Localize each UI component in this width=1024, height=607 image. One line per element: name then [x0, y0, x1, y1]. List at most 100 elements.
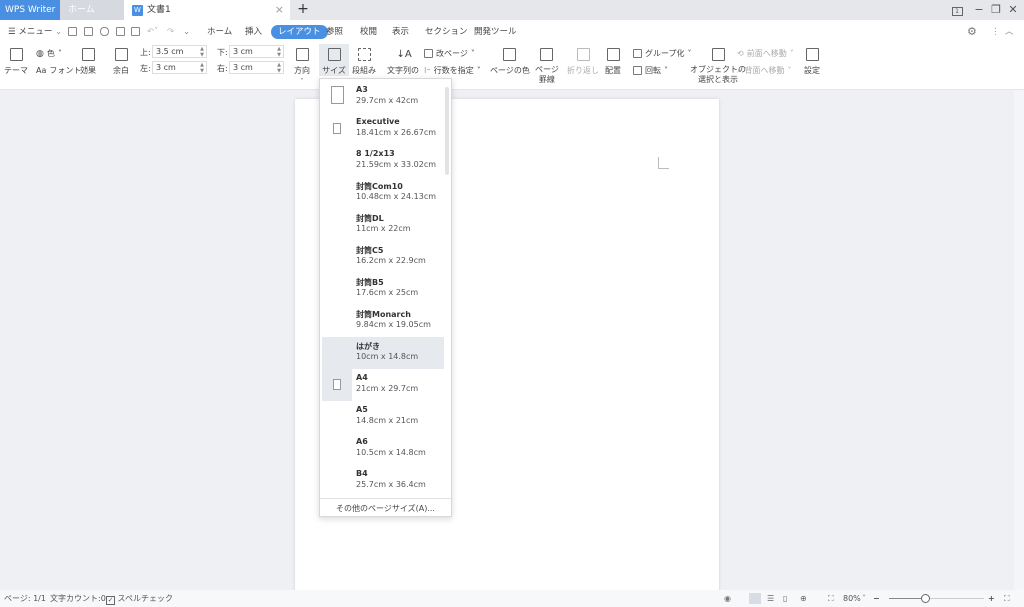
collapse-ribbon-icon[interactable]: ︿ [1005, 20, 1014, 44]
text-direction-button[interactable]: ↓A 文字列の [387, 48, 419, 76]
menu-bar: ☰ メニュー ⌄ ↶˅ ↷ ⌄ ホーム 挿入 レイアウト 参照 校閲 表示 セク… [0, 20, 1024, 44]
print-icon[interactable] [116, 27, 125, 36]
close-window-button[interactable]: ✕ [1002, 0, 1024, 20]
rotate-button[interactable]: 回転 ˅ [633, 65, 668, 76]
zoom-in-button[interactable]: + [988, 590, 995, 607]
spell-check-toggle[interactable]: ✓ スペルチェック [106, 590, 173, 607]
effects-button[interactable]: 効果 [80, 48, 96, 76]
margin-bottom-input[interactable]: 3 cm ▲ ▼ [229, 45, 284, 58]
page-view-icon[interactable] [749, 593, 761, 604]
page-size-dimensions: 16.2cm x 22.9cm [356, 256, 426, 265]
spinner-arrows-icon[interactable]: ▲ ▼ [200, 62, 204, 74]
color-button[interactable]: ◍ 色 ˅ [36, 48, 62, 59]
margins-icon [114, 48, 128, 61]
bring-forward-icon: ⟲ [737, 49, 744, 58]
export-icon[interactable] [100, 27, 109, 36]
page-size-option[interactable]: 封筒C5 16.2cm x 22.9cm [322, 241, 444, 273]
word-count[interactable]: 文字カウント:0 [50, 590, 106, 607]
spinner-arrows-icon[interactable]: ▲ ▼ [277, 62, 281, 74]
web-view-icon[interactable]: ⊕ [800, 590, 807, 607]
page-color-button[interactable]: ページの色 [490, 48, 530, 76]
page-size-option[interactable]: Executive 18.41cm x 26.67cm [322, 113, 444, 145]
margin-left-input[interactable]: 3 cm ▲ ▼ [152, 61, 207, 74]
undo-icon[interactable]: ↶˅ [147, 20, 158, 44]
settings-button[interactable]: 設定 [804, 48, 820, 76]
page-break-icon [424, 49, 433, 58]
zoom-slider-handle[interactable] [921, 594, 931, 603]
page-size-option[interactable]: A5 14.8cm x 21cm [322, 401, 444, 433]
dropdown-scrollbar[interactable] [445, 87, 449, 175]
page-size-option[interactable]: A4 21cm x 29.7cm [322, 369, 444, 401]
page-size-option[interactable]: 封筒B5 17.6cm x 25cm [322, 273, 444, 305]
window-switch-button[interactable]: 1 [946, 0, 968, 20]
wrap-text-button[interactable]: 折り返し [567, 48, 599, 76]
spinner-arrows-icon[interactable]: ▲ ▼ [200, 46, 204, 58]
tab-layout[interactable]: レイアウト [271, 25, 328, 39]
redo-icon[interactable]: ↷ [167, 20, 174, 44]
page-border-button[interactable]: ページ 罫線 [535, 48, 559, 85]
settings-gear-icon[interactable]: ⚙ [967, 20, 977, 44]
margins-button[interactable]: 余白 [113, 48, 129, 76]
tab-references[interactable]: 参照 [326, 20, 343, 44]
columns-button[interactable]: 段組み [352, 48, 376, 76]
tab-section[interactable]: セクション [425, 20, 468, 44]
send-backward-button[interactable]: ⌕ 背面へ移動 ˅ [737, 65, 791, 76]
margin-top-input[interactable]: 3.5 cm ▲ ▼ [152, 45, 207, 58]
customize-icon[interactable]: ⌄ [183, 20, 190, 44]
page-size-option[interactable]: 封筒Monarch 9.84cm x 19.05cm [322, 305, 444, 337]
open-icon[interactable] [68, 27, 77, 36]
page-break-button[interactable]: 改ページ ˅ [424, 48, 475, 59]
size-button[interactable]: サイズ [319, 44, 349, 76]
wrap-text-icon [576, 48, 590, 61]
margin-right-input[interactable]: 3 cm ▲ ▼ [229, 61, 284, 74]
line-numbers-button[interactable]: ⁝⁻ 行数を指定 ˅ [424, 65, 481, 76]
text-direction-icon: ↓A [396, 49, 412, 60]
reading-view-icon[interactable]: ▯ [783, 590, 787, 607]
tab-developer[interactable]: 開発ツール [474, 20, 517, 44]
page-thumbnail-icon [322, 209, 352, 241]
outline-view-icon[interactable]: ☰ [767, 590, 774, 607]
window-count-badge: 1 [951, 7, 963, 16]
tab-review[interactable]: 校閲 [360, 20, 377, 44]
bring-forward-button[interactable]: ⟲ 前面へ移動 ˅ [737, 48, 794, 59]
fullscreen-icon[interactable]: ⛶ [1004, 590, 1010, 607]
menu-button[interactable]: ☰ メニュー ⌄ [8, 20, 62, 44]
page-size-option[interactable]: A6 10.5cm x 14.8cm [322, 433, 444, 465]
zoom-slider-track[interactable] [889, 594, 984, 603]
zoom-dropdown-icon[interactable]: ˅ [862, 590, 866, 607]
margin-corner-mark [658, 157, 669, 169]
page-size-dimensions: 10.48cm x 24.13cm [356, 192, 437, 201]
document-canvas [0, 90, 1014, 599]
close-tab-icon[interactable]: × [275, 0, 284, 20]
tab-insert[interactable]: 挿入 [245, 20, 262, 44]
new-tab-button[interactable]: + [292, 0, 314, 20]
align-button[interactable]: 配置 [605, 48, 621, 76]
tab-home[interactable]: ホーム [207, 20, 232, 44]
print-preview-icon[interactable] [131, 27, 140, 36]
more-page-sizes-button[interactable]: その他のページサイズ(A)... [320, 498, 451, 517]
document-tab-label: 文書1 [147, 5, 171, 15]
page-size-option[interactable]: 8 1/2x13 21.59cm x 33.02cm [322, 145, 444, 177]
zoom-out-button[interactable]: − [873, 590, 880, 607]
home-tab[interactable]: ホーム [60, 0, 124, 20]
fit-page-icon[interactable]: ⛶ [828, 590, 834, 607]
page-size-option[interactable]: 封筒Com10 10.48cm x 24.13cm [322, 177, 444, 209]
page-size-option[interactable]: A3 29.7cm x 42cm [322, 81, 444, 113]
group-button[interactable]: グループ化 ˅ [633, 48, 692, 59]
eye-protection-icon[interactable]: ◉ [724, 590, 731, 607]
theme-button[interactable]: テーマ [4, 48, 28, 76]
page-size-option[interactable]: 封筒DL 11cm x 22cm [322, 209, 444, 241]
app-name-tab[interactable]: WPS Writer [0, 0, 60, 20]
spinner-arrows-icon[interactable]: ▲ ▼ [277, 46, 281, 58]
orientation-button[interactable]: 方向 ˅ [294, 48, 310, 85]
zoom-level[interactable]: 80% [843, 590, 861, 607]
more-icon[interactable]: ⋮ [991, 20, 1000, 44]
page-size-option[interactable]: はがき 10cm x 14.8cm [322, 337, 444, 369]
tab-view[interactable]: 表示 [392, 20, 409, 44]
vertical-scrollbar[interactable] [1014, 90, 1024, 590]
page-indicator[interactable]: ページ: 1/1 [4, 590, 46, 607]
save-icon[interactable] [84, 27, 93, 36]
page-thumbnail-icon [322, 369, 352, 401]
page-size-option[interactable]: B4 25.7cm x 36.4cm [322, 465, 444, 497]
document-tab[interactable]: W 文書1 × [124, 0, 290, 20]
